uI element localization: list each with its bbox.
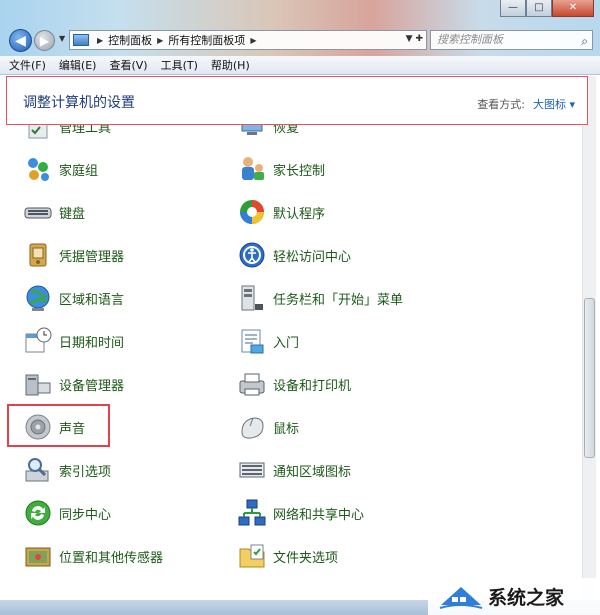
- close-button[interactable]: ✕: [552, 0, 594, 17]
- item-label: 家长控制: [273, 163, 326, 179]
- watermark-logo-icon: [439, 586, 483, 609]
- item-indexing-options[interactable]: 索引选项: [23, 453, 111, 487]
- sync-center-icon: [25, 500, 51, 526]
- chevron-down-icon: ▼: [59, 34, 66, 43]
- title-bar: — □ ✕ ◀ ▶ ▼ ▶ 控制面板 ▶ 所有控制面板项 ▶ ▼ ✚ 搜索控制面…: [0, 0, 600, 56]
- item-folder-options[interactable]: 文件夹选项: [237, 539, 338, 573]
- forward-button[interactable]: ▶: [34, 30, 55, 51]
- notification-area-icon: [239, 462, 265, 478]
- chevron-right-icon[interactable]: ▶: [250, 36, 256, 45]
- vertical-scrollbar[interactable]: [582, 76, 596, 600]
- page-title: 调整计算机的设置: [23, 95, 135, 111]
- watermark-text: 系统之家: [488, 587, 565, 609]
- refresh-icon: ✚: [415, 34, 423, 44]
- refresh-button[interactable]: ▼ ✚: [406, 34, 423, 44]
- item-device-manager[interactable]: 设备管理器: [23, 367, 124, 401]
- watermark: 系统之家: [428, 578, 600, 615]
- search-placeholder: 搜索控制面板: [437, 33, 503, 46]
- search-icon[interactable]: ⌕: [581, 32, 588, 50]
- menu-file[interactable]: 文件(F): [9, 57, 46, 73]
- address-dropdown-icon: ▼: [405, 34, 413, 44]
- item-label: 日期和时间: [59, 335, 125, 351]
- item-location-sensors[interactable]: 位置和其他传感器: [23, 539, 163, 573]
- item-credential-manager[interactable]: 凭据管理器: [23, 238, 124, 272]
- item-label: 入门: [273, 335, 300, 351]
- item-homegroup[interactable]: 家庭组: [23, 152, 98, 186]
- homegroup-icon: [28, 158, 49, 181]
- sound-highlight-box: [7, 404, 110, 447]
- chevron-right-icon[interactable]: ▶: [157, 36, 163, 45]
- item-network-sharing[interactable]: 网络和共享中心: [237, 496, 364, 530]
- menu-view[interactable]: 查看(V): [109, 57, 147, 73]
- item-label: 家庭组: [59, 163, 99, 179]
- item-notification-area[interactable]: 通知区域图标: [237, 453, 351, 487]
- item-keyboard[interactable]: 键盘: [23, 195, 85, 229]
- item-parental-controls[interactable]: 家长控制: [237, 152, 325, 186]
- folder-options-icon: [239, 544, 265, 568]
- item-label: 区域和语言: [59, 292, 125, 308]
- item-label: 设备管理器: [59, 378, 125, 394]
- breadcrumb-all-items[interactable]: 所有控制面板项: [168, 32, 245, 48]
- ease-of-access-icon: [239, 242, 265, 268]
- location-sensors-icon: [25, 547, 51, 567]
- item-label: 鼠标: [273, 421, 300, 437]
- item-date-time[interactable]: 日期和时间: [23, 324, 124, 358]
- getting-started-icon: [241, 329, 264, 354]
- item-label: 设备和打印机: [273, 378, 352, 394]
- arrow-right-icon: ▶: [39, 33, 50, 48]
- item-region-language[interactable]: 区域和语言: [23, 281, 124, 315]
- address-bar[interactable]: ▶ 控制面板 ▶ 所有控制面板项 ▶ ▼ ✚: [69, 30, 427, 50]
- item-label: 索引选项: [59, 464, 112, 480]
- item-label: 键盘: [59, 206, 86, 222]
- view-by-label: 查看方式:: [477, 98, 525, 111]
- scrollbar-thumb[interactable]: [584, 298, 595, 458]
- date-time-icon: [25, 327, 52, 353]
- item-label: 位置和其他传感器: [59, 550, 164, 566]
- item-getting-started[interactable]: 入门: [237, 324, 299, 358]
- network-sharing-icon: [238, 499, 266, 526]
- arrow-left-icon: ◀: [15, 32, 26, 49]
- maximize-button[interactable]: □: [526, 0, 552, 17]
- item-default-programs[interactable]: 默认程序: [237, 195, 325, 229]
- item-label: 通知区域图标: [273, 464, 352, 480]
- menu-tools[interactable]: 工具(T): [161, 57, 198, 73]
- menu-edit[interactable]: 编辑(E): [59, 57, 97, 73]
- item-mouse[interactable]: 鼠标: [237, 410, 299, 444]
- window-controls: — □ ✕: [500, 0, 594, 17]
- item-label: 文件夹选项: [273, 550, 339, 566]
- devices-printers-icon: [239, 373, 265, 396]
- item-label: 凭据管理器: [59, 249, 125, 265]
- mouse-icon: [241, 417, 264, 439]
- item-devices-printers[interactable]: 设备和打印机: [237, 367, 351, 401]
- default-programs-icon: [240, 200, 264, 224]
- menu-bar: 文件(F) 编辑(E) 查看(V) 工具(T) 帮助(H): [0, 56, 600, 75]
- item-label: 默认程序: [273, 206, 326, 222]
- chevron-right-icon[interactable]: ▶: [97, 36, 103, 45]
- item-label: 网络和共享中心: [273, 507, 365, 523]
- credential-manager-icon: [29, 243, 47, 267]
- menu-help[interactable]: 帮助(H): [211, 57, 250, 73]
- keyboard-icon: [24, 207, 52, 219]
- minimize-button[interactable]: —: [500, 0, 526, 17]
- item-label: 轻松访问中心: [273, 249, 352, 265]
- back-button[interactable]: ◀: [9, 29, 32, 52]
- content-pane: 调整计算机的设置 查看方式: 大图标 ▾ 管理工具 家庭组 键盘 凭据管理器 区…: [4, 76, 596, 600]
- item-label: 同步中心: [59, 507, 112, 523]
- search-input[interactable]: 搜索控制面板 ⌕: [430, 30, 593, 50]
- item-sync-center[interactable]: 同步中心: [23, 496, 111, 530]
- control-panel-icon: [73, 34, 89, 46]
- view-by-dropdown[interactable]: 大图标 ▾: [533, 96, 575, 112]
- item-taskbar-start-menu[interactable]: 任务栏和「开始」菜单: [237, 281, 403, 315]
- item-ease-of-access[interactable]: 轻松访问中心: [237, 238, 351, 272]
- item-label: 任务栏和「开始」菜单: [273, 292, 404, 308]
- page-header: 调整计算机的设置 查看方式: 大图标 ▾: [6, 76, 588, 125]
- taskbar-start-menu-icon: [241, 285, 263, 311]
- breadcrumb-control-panel[interactable]: 控制面板: [108, 32, 152, 48]
- device-manager-icon: [25, 374, 51, 396]
- indexing-options-icon: [25, 458, 49, 482]
- region-language-icon: [26, 285, 50, 311]
- recent-pages-dropdown[interactable]: ▼: [59, 34, 65, 43]
- parental-controls-icon: [242, 157, 264, 180]
